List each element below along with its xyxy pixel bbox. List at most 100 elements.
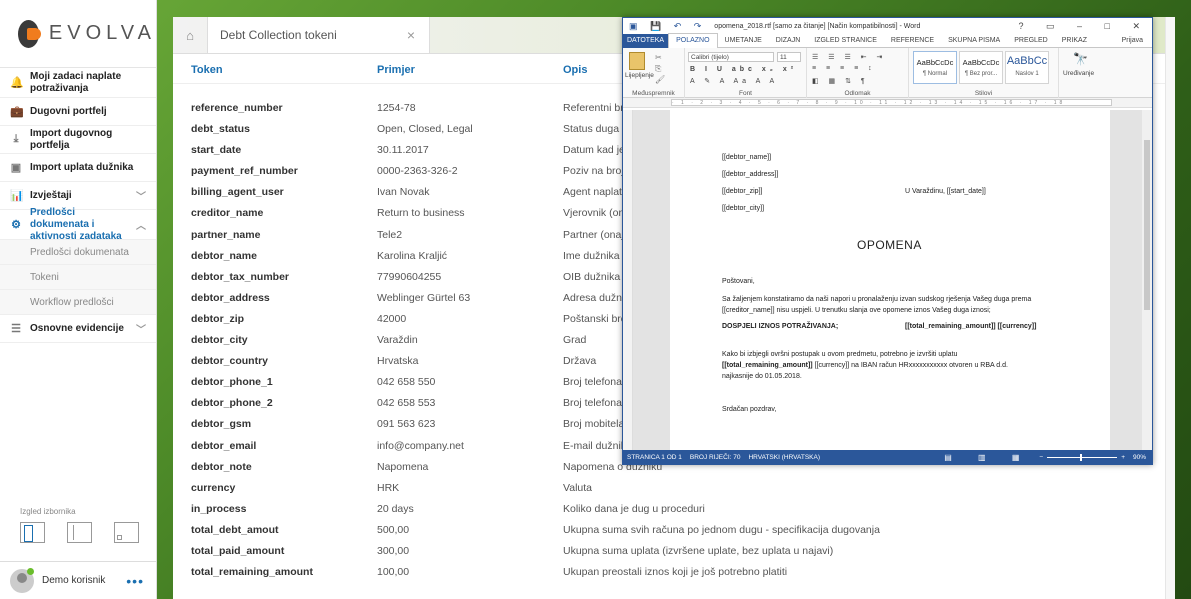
binoculars-icon[interactable]: 🔭 <box>1073 52 1088 66</box>
doc-line-place-date: U Varaždinu, [[start_date]] <box>905 188 986 195</box>
token-cell: debtor_name <box>191 249 257 262</box>
word-tab-mailings[interactable]: SKUPNA PISMA <box>941 34 1007 48</box>
word-tab-insert[interactable]: UMETANJE <box>718 34 769 48</box>
page-count[interactable]: STRANICA 1 OD 1 <box>627 454 682 461</box>
language[interactable]: HRVATSKI (HRVATSKA) <box>748 454 820 461</box>
word-tab-references[interactable]: REFERENCE <box>884 34 941 48</box>
scroll-thumb[interactable] <box>1144 140 1150 310</box>
zoom-in-icon[interactable]: + <box>1121 454 1125 461</box>
word-tab-design[interactable]: DIZAJN <box>769 34 808 48</box>
doc-greeting: Poštovani, <box>722 278 755 285</box>
description-cell: Poziv na broj <box>563 165 624 178</box>
description-cell: Ime dužnika <box>563 249 620 262</box>
zoom-slider[interactable] <box>1047 453 1118 461</box>
example-cell: Ivan Novak <box>377 186 430 199</box>
sub-item-document-templates[interactable]: Predlošci dokumenata <box>0 240 156 265</box>
style-no-spacing[interactable]: AaBbCcDc ¶ Bez pror... <box>959 51 1003 84</box>
bell-icon: 🔔 <box>10 77 24 89</box>
token-cell: partner_name <box>191 228 261 241</box>
sub-item-tokens[interactable]: Tokeni <box>0 265 156 290</box>
shading-buttons[interactable]: ◧ ▦ ⇅ ¶ <box>812 77 869 85</box>
horizontal-ruler[interactable]: · 1 · 2 · 3 · 4 · 5 · 6 · 7 · 8 · 9 · 10… <box>623 98 1152 108</box>
nav-item-label: Moji zadaci naplate potraživanja <box>30 70 122 94</box>
window-controls[interactable]: ? ▭ – □ ✕ <box>1019 21 1151 32</box>
doc-due-value: [[total_remaining_amount]] [[currency]] <box>905 323 1037 330</box>
example-cell: Varaždin <box>377 334 418 347</box>
document-page[interactable]: [[debtor_name]] [[debtor_address]] [[deb… <box>670 110 1110 451</box>
paste-button[interactable]: Lijepljenje <box>625 72 654 79</box>
token-cell: reference_number <box>191 102 283 114</box>
token-cell: creditor_name <box>191 207 264 220</box>
sub-item-workflow-templates[interactable]: Workflow predlošci <box>0 290 156 315</box>
font-name-select[interactable]: Calibri (tijelo) <box>688 52 774 62</box>
example-cell: 100,00 <box>377 566 410 579</box>
cut-copy-icons[interactable]: ✂ ⎘ 🖌 <box>655 52 665 85</box>
word-tab-page-layout[interactable]: IZGLED STRANICE <box>807 34 884 48</box>
chevron-down-icon: ﹀ <box>136 192 146 203</box>
description-cell: Vjerovnik (ona <box>563 207 631 220</box>
layout-hidden-icon[interactable] <box>114 522 139 543</box>
nav-item-debt-portfolio[interactable]: 💼 Dugovni portfelj <box>0 98 156 126</box>
paste-icon[interactable] <box>629 52 645 70</box>
vertical-ruler <box>623 110 633 451</box>
table-row[interactable]: total_paid_amount 300,00 Ukupna suma uplat… <box>173 541 1175 562</box>
ribbon-group-clipboard: Lijepljenje ✂ ⎘ 🖌 Međuspremnik <box>623 48 685 98</box>
column-header-description[interactable]: Opis <box>563 64 587 76</box>
sign-in-link[interactable]: Prijava <box>1115 34 1150 48</box>
zoom-out-icon[interactable]: − <box>1039 454 1043 461</box>
description-cell: Koliko dana je dug u proceduri <box>563 502 705 515</box>
table-row[interactable]: in_process 20 days Koliko dana je dug u pr… <box>173 499 1175 520</box>
column-header-token[interactable]: Token <box>191 64 223 76</box>
word-status-bar: STRANICA 1 OD 1 BROJ RIJEČI: 70 HRVATSKI… <box>623 450 1152 464</box>
style-sample: AaBbCcDc <box>962 58 1000 67</box>
word-tab-file[interactable]: DATOTEKA <box>623 33 669 48</box>
column-header-example[interactable]: Primjer <box>377 64 415 76</box>
style-heading-1[interactable]: AaBbCc Naslov 1 <box>1005 51 1049 84</box>
font-size-select[interactable]: 11 <box>777 52 801 62</box>
nav-item-basic-records[interactable]: ☰ Osnovne evidencije ﹀ <box>0 315 156 343</box>
zoom-control[interactable]: ▤ ▥ ▦ − + 90% <box>944 453 1146 462</box>
word-tab-home[interactable]: POLAZNO <box>668 32 718 49</box>
word-tab-view[interactable]: PRIKAZ <box>1055 34 1094 48</box>
close-icon[interactable]: × <box>407 27 415 43</box>
nav-item-templates[interactable]: ⚙ Predlošci dokumenata i aktivnosti zada… <box>0 207 156 242</box>
table-row[interactable]: total_debt_amout 500,00 Ukupna suma svih r… <box>173 520 1175 541</box>
description-cell: Država <box>563 355 597 368</box>
token-cell: debtor_city <box>191 334 248 347</box>
description-cell: Grad <box>563 334 587 347</box>
token-cell: total_remaining_amount <box>191 566 313 579</box>
nav-item-my-tasks[interactable]: 🔔 Moji zadaci naplate potraživanja <box>0 68 156 98</box>
more-options-icon[interactable]: ••• <box>126 573 144 589</box>
evolva-logo-icon <box>18 19 41 48</box>
home-icon[interactable]: ⌂ <box>173 17 208 53</box>
style-normal[interactable]: AaBbCcDc ¶ Normal <box>913 51 957 84</box>
editing-button[interactable]: Uređivanje <box>1063 70 1094 77</box>
align-buttons[interactable]: ≡ ≡ ≡ ≡ ↕ <box>812 65 876 72</box>
layout-expanded-icon[interactable] <box>20 522 45 543</box>
word-count[interactable]: BROJ RIJEČI: 70 <box>690 454 741 461</box>
quick-access-icons[interactable]: ▣ 💾 ↶ ↷ <box>629 21 706 32</box>
doc-line-debtor-name: [[debtor_name]] <box>722 154 772 161</box>
word-tab-review[interactable]: PREGLED <box>1007 34 1054 48</box>
zoom-level[interactable]: 90% <box>1133 454 1146 461</box>
user-panel[interactable]: Demo korisnik ••• <box>0 561 156 599</box>
app-logo[interactable]: EVOLVA <box>0 0 156 68</box>
word-ribbon: Lijepljenje ✂ ⎘ 🖌 Međuspremnik Calibri (ti… <box>623 48 1152 98</box>
font-format-buttons[interactable]: B I U abc x₂ x² <box>690 66 797 73</box>
list-buttons[interactable]: ☰ ☰ ☰ ⇤ ⇥ <box>812 53 886 61</box>
tab-debt-collection-tokens[interactable]: Debt Collection tokeni × <box>208 17 430 53</box>
font-color-buttons[interactable]: A ✎ A Aa A A <box>690 77 778 85</box>
nav-item-import-portfolio[interactable]: ⤓ Import dugovnog portfelja <box>0 126 156 154</box>
layout-collapsed-icon[interactable] <box>67 522 92 543</box>
table-row[interactable]: total_remaining_amount 100,00 Ukupan preos… <box>173 562 1175 583</box>
download-icon: ⤓ <box>13 133 19 145</box>
table-row[interactable]: currency HRK Valuta <box>173 478 1175 499</box>
page-scrollbar[interactable] <box>1165 17 1175 599</box>
doc-paragraph-1a: Sa žaljenjem konstatiramo da naši napori… <box>722 296 1032 303</box>
nav-item-import-payments[interactable]: ▣ Import uplata dužnika <box>0 154 156 182</box>
ribbon-group-editing: 🔭 Uređivanje <box>1059 48 1103 98</box>
view-mode-icons[interactable]: ▤ ▥ ▦ <box>944 453 1031 462</box>
document-scrollbar[interactable] <box>1142 110 1152 451</box>
word-window[interactable]: ▣ 💾 ↶ ↷ opomena_2018.rtf [samo za čitanj… <box>622 17 1153 465</box>
briefcase-icon: 💼 <box>10 106 24 118</box>
